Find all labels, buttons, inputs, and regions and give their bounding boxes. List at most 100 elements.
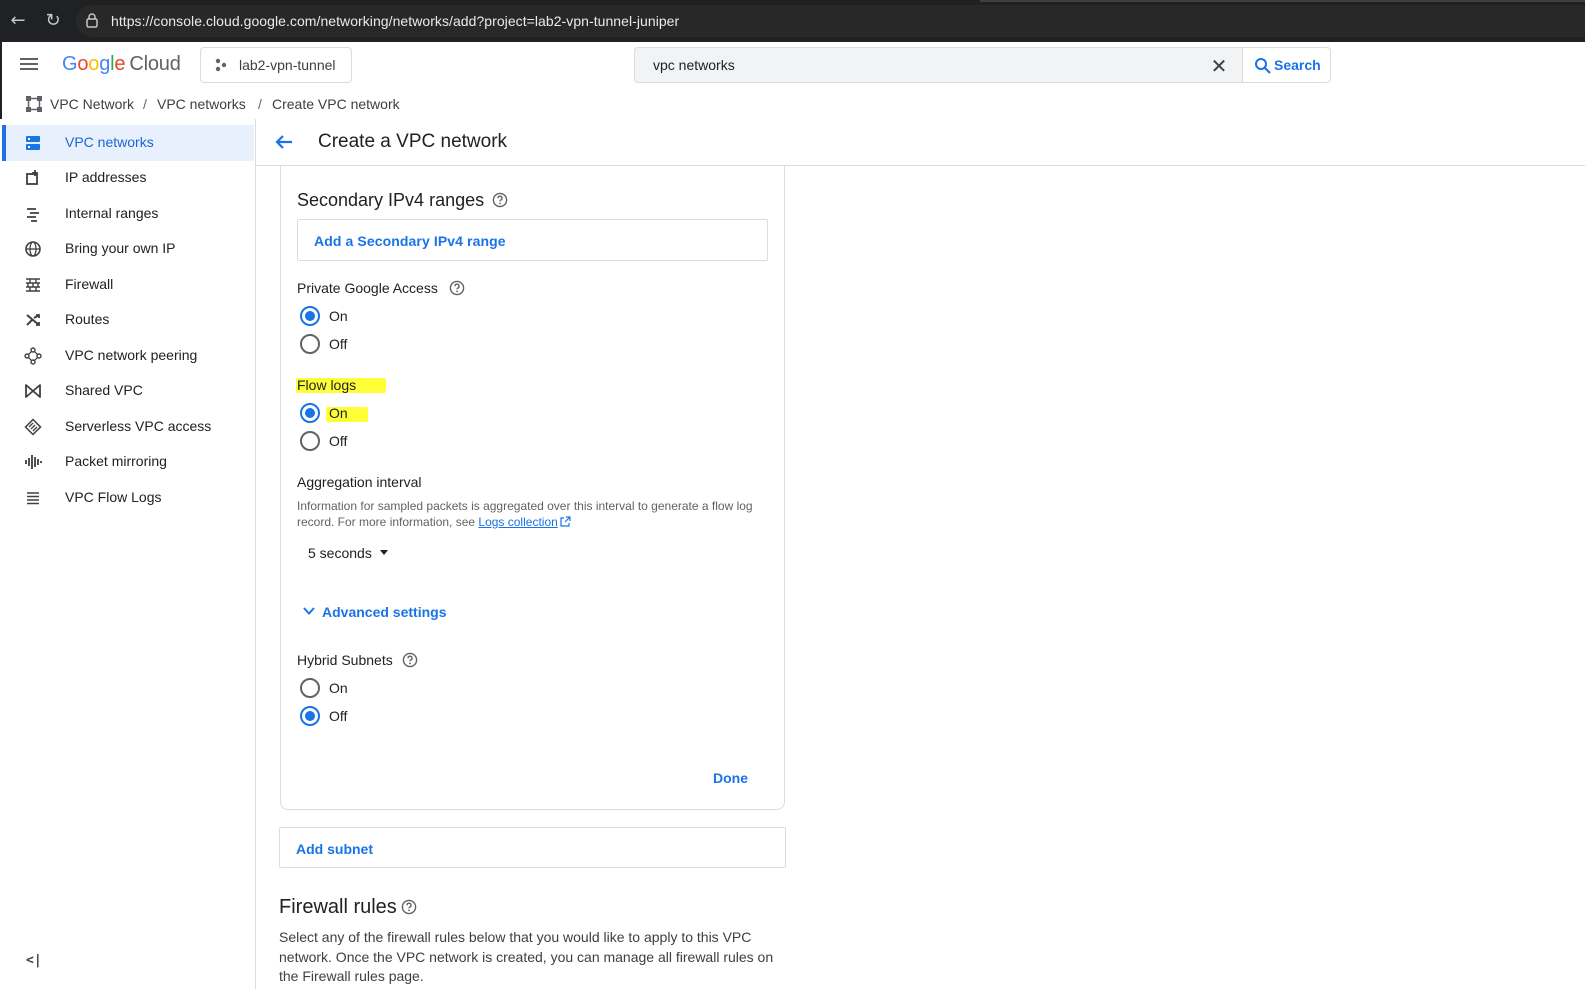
google-cloud-logo[interactable]: Google Cloud	[62, 53, 181, 76]
external-link-icon	[560, 516, 571, 527]
sidebar-item-label: IP addresses	[65, 169, 147, 185]
secondary-ranges-title: Secondary IPv4 ranges	[297, 190, 485, 210]
dropdown-caret-icon	[380, 550, 388, 555]
collapse-sidebar-button[interactable]: <|	[26, 953, 42, 969]
help-icon[interactable]	[401, 899, 417, 915]
sidebar-item-routes[interactable]: Routes	[2, 302, 254, 338]
ip-addresses-icon	[26, 170, 38, 185]
hybrid-subnets-on-radio[interactable]	[300, 678, 320, 698]
flow-logs-off-radio[interactable]	[300, 431, 320, 451]
add-subnet-label: Add subnet	[296, 841, 373, 857]
sidebar-item-label: Routes	[65, 311, 110, 327]
logs-collection-link[interactable]: Logs collection	[478, 515, 557, 529]
flow-logs-on-radio[interactable]	[300, 403, 320, 423]
sidebar-item-label: VPC networks	[65, 134, 154, 150]
sidebar-item-vpc-flow-logs[interactable]: VPC Flow Logs	[2, 480, 254, 516]
hybrid-subnets-label: Hybrid Subnets	[297, 652, 393, 668]
breadcrumb-separator: /	[143, 96, 147, 112]
radio-label-off: Off	[329, 433, 348, 449]
sidebar-item-bring-your-own-ip[interactable]: Bring your own IP	[2, 231, 254, 267]
private-google-access-on-radio[interactable]	[300, 306, 320, 326]
breadcrumb-create-vpc-network: Create VPC network	[272, 96, 400, 112]
tabstrip-edge	[980, 0, 1585, 2]
vpc-network-product-icon	[26, 96, 42, 112]
app-header: GoogleCloud lab2-vpn-tunnel ✕ Search	[0, 42, 1585, 90]
sidebar-item-internal-ranges[interactable]: Internal ranges	[2, 196, 254, 232]
main-menu-icon[interactable]	[18, 55, 40, 77]
address-bar[interactable]: https://console.cloud.google.com/network…	[76, 5, 1585, 37]
sidebar-item-packet-mirroring[interactable]: Packet mirroring	[2, 444, 254, 480]
private-google-access-off-radio[interactable]	[300, 334, 320, 354]
sidebar-item-shared-vpc[interactable]: Shared VPC	[2, 373, 254, 409]
back-nav-icon[interactable]: ←	[8, 11, 28, 31]
shared-vpc-icon	[25, 384, 41, 398]
advanced-settings-toggle[interactable]: Advanced settings	[297, 599, 457, 625]
firewall-icon	[26, 278, 40, 292]
sidebar-item-label: Firewall	[65, 276, 114, 292]
sidebar-item-label: Internal ranges	[65, 205, 159, 221]
sidebar-item-vpc-network-peering[interactable]: VPC network peering	[2, 338, 254, 374]
search-input[interactable]	[635, 48, 1195, 82]
sidebar-item-label: VPC Flow Logs	[65, 489, 162, 505]
sidebar-item-vpc-networks[interactable]: VPC networks	[2, 125, 254, 161]
firewall-rules-title: Firewall rules	[279, 896, 397, 918]
breadcrumb: VPC Network / VPC networks / Create VPC …	[0, 90, 1585, 118]
radio-label-on: On	[329, 308, 348, 324]
done-button[interactable]: Done	[703, 764, 759, 792]
serverless-icon	[24, 418, 42, 436]
done-label: Done	[713, 770, 748, 786]
help-icon[interactable]	[449, 280, 465, 296]
flow-logs-icon	[27, 492, 39, 505]
routes-icon	[26, 314, 40, 326]
add-subnet-button[interactable]: Add subnet	[279, 827, 786, 868]
page-title: Create a VPC network	[318, 131, 508, 152]
globe-icon	[25, 241, 41, 257]
project-picker[interactable]: lab2-vpn-tunnel	[200, 47, 352, 83]
search-icon	[1255, 58, 1271, 74]
sidebar-item-label: Bring your own IP	[65, 240, 176, 256]
aggregation-interval-value: 5 seconds	[308, 545, 372, 561]
help-icon[interactable]	[402, 652, 418, 668]
radio-label-off: Off	[329, 708, 348, 724]
breadcrumb-vpc-network[interactable]: VPC Network	[50, 96, 134, 112]
internal-ranges-icon	[27, 208, 39, 222]
firewall-rules-description: Select any of the firewall rules below t…	[279, 929, 774, 984]
aggregation-interval-label: Aggregation interval	[297, 474, 422, 490]
reload-icon[interactable]: ↻	[43, 11, 63, 31]
radio-label-off: Off	[329, 336, 348, 352]
add-secondary-range-label: Add a Secondary IPv4 range	[314, 233, 506, 249]
url-text: https://console.cloud.google.com/network…	[111, 13, 680, 29]
search-box: ✕	[634, 47, 1243, 83]
breadcrumb-separator: /	[258, 96, 262, 112]
browser-bar: ← ↻ https://console.cloud.google.com/net…	[0, 0, 1585, 42]
search-button-label: Search	[1274, 57, 1321, 73]
chevron-down-icon	[303, 607, 315, 615]
sidebar-item-label: Shared VPC	[65, 382, 143, 398]
sidebar-item-ip-addresses[interactable]: IP addresses	[2, 160, 254, 196]
back-arrow-icon[interactable]	[272, 130, 296, 154]
project-icon	[215, 58, 227, 72]
clear-search-icon[interactable]: ✕	[1209, 56, 1229, 76]
aggregation-info-text: Information for sampled packets is aggre…	[297, 498, 767, 530]
search-button[interactable]: Search	[1242, 47, 1331, 83]
sidebar-item-firewall[interactable]: Firewall	[2, 267, 254, 303]
help-icon[interactable]	[492, 192, 508, 208]
project-name: lab2-vpn-tunnel	[239, 57, 336, 73]
sidebar-item-label: Packet mirroring	[65, 453, 167, 469]
aggregation-interval-select[interactable]: 5 seconds	[297, 538, 397, 568]
add-secondary-range-button[interactable]: Add a Secondary IPv4 range	[297, 219, 768, 261]
radio-label-on: On	[329, 680, 348, 696]
site-info-icon[interactable]	[86, 13, 98, 28]
sidebar-item-serverless-vpc-access[interactable]: Serverless VPC access	[2, 409, 254, 445]
sidebar: VPC networks IP addresses Internal range…	[0, 119, 256, 989]
packet-mirroring-icon	[25, 455, 42, 469]
breadcrumb-vpc-networks[interactable]: VPC networks	[157, 96, 246, 112]
vpc-networks-icon	[26, 136, 40, 150]
private-google-access-label: Private Google Access	[297, 280, 438, 296]
hybrid-subnets-off-radio[interactable]	[300, 706, 320, 726]
radio-label-on: On	[329, 405, 348, 421]
peering-icon	[24, 347, 42, 365]
page-header: Create a VPC network	[256, 119, 1585, 166]
advanced-settings-label: Advanced settings	[322, 604, 447, 620]
sidebar-item-label: Serverless VPC access	[65, 418, 212, 434]
